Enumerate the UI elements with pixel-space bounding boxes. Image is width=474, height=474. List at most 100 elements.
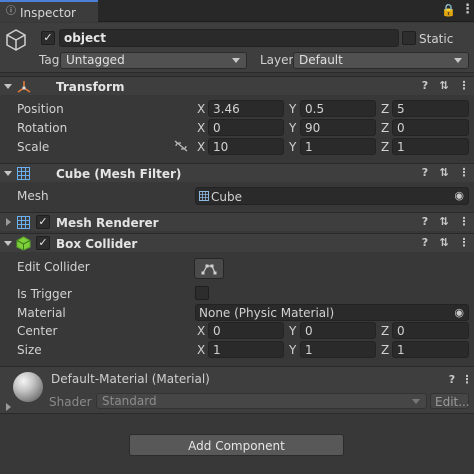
- tab-menu-icon[interactable]: ⋮: [461, 3, 474, 16]
- foldout-arrow-icon[interactable]: [4, 171, 12, 176]
- preset-icon[interactable]: ⇅: [438, 216, 450, 228]
- preset-icon[interactable]: ⇅: [438, 167, 450, 179]
- transform-header[interactable]: Transform ? ⇅ ⋮: [0, 76, 474, 95]
- is-trigger-label: Is Trigger: [17, 287, 72, 301]
- help-icon[interactable]: ?: [419, 216, 431, 228]
- chevron-down-icon: [454, 58, 462, 63]
- mesh-renderer-enabled-checkbox[interactable]: ✓: [36, 215, 50, 229]
- axis-x-label[interactable]: X: [197, 325, 205, 337]
- position-x-field[interactable]: 3.46: [208, 100, 284, 117]
- cube-icon: [6, 29, 26, 51]
- tag-dropdown[interactable]: Untagged: [60, 52, 247, 69]
- mesh-filter-title: Cube (Mesh Filter): [56, 167, 182, 181]
- tab-inspector[interactable]: ⓘ Inspector: [0, 0, 98, 22]
- scale-label: Scale: [17, 140, 50, 154]
- box-collider-header[interactable]: ✓ Box Collider ? ⇅ ⋮: [0, 233, 474, 252]
- layer-dropdown[interactable]: Default: [293, 52, 469, 69]
- help-icon[interactable]: ?: [419, 80, 431, 92]
- context-menu-icon[interactable]: ⋮: [458, 80, 470, 92]
- scale-y-field[interactable]: 1: [300, 138, 376, 155]
- context-menu-icon[interactable]: ⋮: [458, 167, 470, 179]
- add-component-button[interactable]: Add Component: [129, 434, 344, 456]
- preset-icon[interactable]: ⇅: [438, 80, 450, 92]
- axis-y-label[interactable]: Y: [289, 122, 296, 134]
- shader-edit-button[interactable]: Edit...: [430, 393, 470, 409]
- object-picker-icon[interactable]: ◉: [454, 307, 464, 318]
- axis-x-label[interactable]: X: [197, 344, 205, 356]
- tab-title: Inspector: [20, 6, 76, 20]
- context-menu-icon[interactable]: ⋮: [458, 216, 470, 228]
- material-title: Default-Material (Material): [51, 372, 210, 386]
- axis-y-label[interactable]: Y: [289, 344, 296, 356]
- gameobject-name-field[interactable]: object: [59, 29, 399, 47]
- physic-material-label: Material: [17, 306, 66, 320]
- box-collider-enabled-checkbox[interactable]: ✓: [36, 236, 50, 250]
- help-icon[interactable]: ?: [446, 374, 458, 386]
- axis-z-label[interactable]: Z: [381, 141, 389, 153]
- center-x-field[interactable]: 0: [208, 322, 284, 339]
- axis-x-label[interactable]: X: [197, 122, 205, 134]
- size-x-field[interactable]: 1: [208, 341, 284, 358]
- foldout-arrow-icon[interactable]: [6, 403, 11, 411]
- foldout-arrow-icon[interactable]: [6, 218, 11, 226]
- center-y-field[interactable]: 0: [300, 322, 376, 339]
- object-picker-icon[interactable]: ◉: [454, 190, 464, 201]
- foldout-arrow-icon[interactable]: [4, 241, 12, 246]
- help-icon[interactable]: ?: [419, 237, 431, 249]
- scale-x-field[interactable]: 10: [208, 138, 284, 155]
- help-icon[interactable]: ?: [419, 167, 431, 179]
- mesh-value: Cube: [211, 190, 242, 204]
- axis-y-label[interactable]: Y: [289, 141, 296, 153]
- constrain-proportions-icon[interactable]: [173, 139, 189, 153]
- axis-x-label[interactable]: X: [197, 103, 205, 115]
- transform-title: Transform: [56, 80, 125, 94]
- preset-icon[interactable]: ⇅: [438, 237, 450, 249]
- mesh-renderer-title: Mesh Renderer: [56, 216, 159, 230]
- chevron-down-icon: [232, 58, 240, 63]
- static-checkbox[interactable]: [402, 31, 416, 45]
- mesh-asset-icon: [199, 191, 209, 201]
- axis-z-label[interactable]: Z: [381, 103, 389, 115]
- is-trigger-checkbox[interactable]: [195, 286, 209, 300]
- position-z-field[interactable]: 5: [392, 100, 469, 117]
- box-collider-title: Box Collider: [56, 237, 138, 251]
- axis-y-label[interactable]: Y: [289, 103, 296, 115]
- size-y-field[interactable]: 1: [300, 341, 376, 358]
- layer-label: Layer: [260, 53, 294, 67]
- axis-z-label[interactable]: Z: [381, 122, 389, 134]
- axis-z-label[interactable]: Z: [381, 325, 389, 337]
- center-label: Center: [17, 324, 58, 338]
- mesh-renderer-icon: [17, 216, 30, 229]
- center-z-field[interactable]: 0: [392, 322, 469, 339]
- add-component-label: Add Component: [188, 439, 285, 453]
- rotation-x-field[interactable]: 0: [208, 119, 284, 136]
- edit-collider-button[interactable]: [194, 258, 224, 279]
- mesh-filter-header[interactable]: Cube (Mesh Filter) ? ⇅ ⋮: [0, 163, 474, 182]
- context-menu-icon[interactable]: ⋮: [458, 237, 470, 249]
- scale-z-field[interactable]: 1: [392, 138, 469, 155]
- shader-dropdown[interactable]: Standard: [96, 393, 427, 409]
- context-menu-icon[interactable]: ⋮: [461, 374, 473, 386]
- size-z-field[interactable]: 1: [392, 341, 469, 358]
- mesh-renderer-header[interactable]: ✓ Mesh Renderer ? ⇅ ⋮: [0, 212, 474, 231]
- rotation-z-field[interactable]: 0: [392, 119, 469, 136]
- layer-value: Default: [299, 53, 343, 67]
- gameobject-active-checkbox[interactable]: ✓: [41, 31, 55, 45]
- axis-y-label[interactable]: Y: [289, 325, 296, 337]
- position-y-field[interactable]: 0.5: [300, 100, 376, 117]
- lock-icon[interactable]: 🔒: [441, 4, 456, 16]
- foldout-arrow-icon[interactable]: [4, 84, 12, 89]
- material-preview-sphere: [13, 372, 43, 402]
- position-label: Position: [17, 102, 64, 116]
- shader-edit-label: Edit...: [435, 395, 470, 409]
- static-label: Static: [419, 32, 454, 46]
- box-collider-icon: [16, 236, 31, 251]
- axis-z-label[interactable]: Z: [381, 344, 389, 356]
- mesh-filter-icon: [17, 167, 30, 180]
- physic-material-field[interactable]: None (Physic Material) ◉: [195, 304, 469, 321]
- mesh-object-field[interactable]: Cube ◉: [195, 187, 469, 205]
- edit-bounds-icon: [201, 264, 217, 275]
- rotation-y-field[interactable]: 90: [300, 119, 376, 136]
- axis-x-label[interactable]: X: [197, 141, 205, 153]
- material-header[interactable]: Default-Material (Material) ? ⋮ Shader S…: [0, 366, 474, 414]
